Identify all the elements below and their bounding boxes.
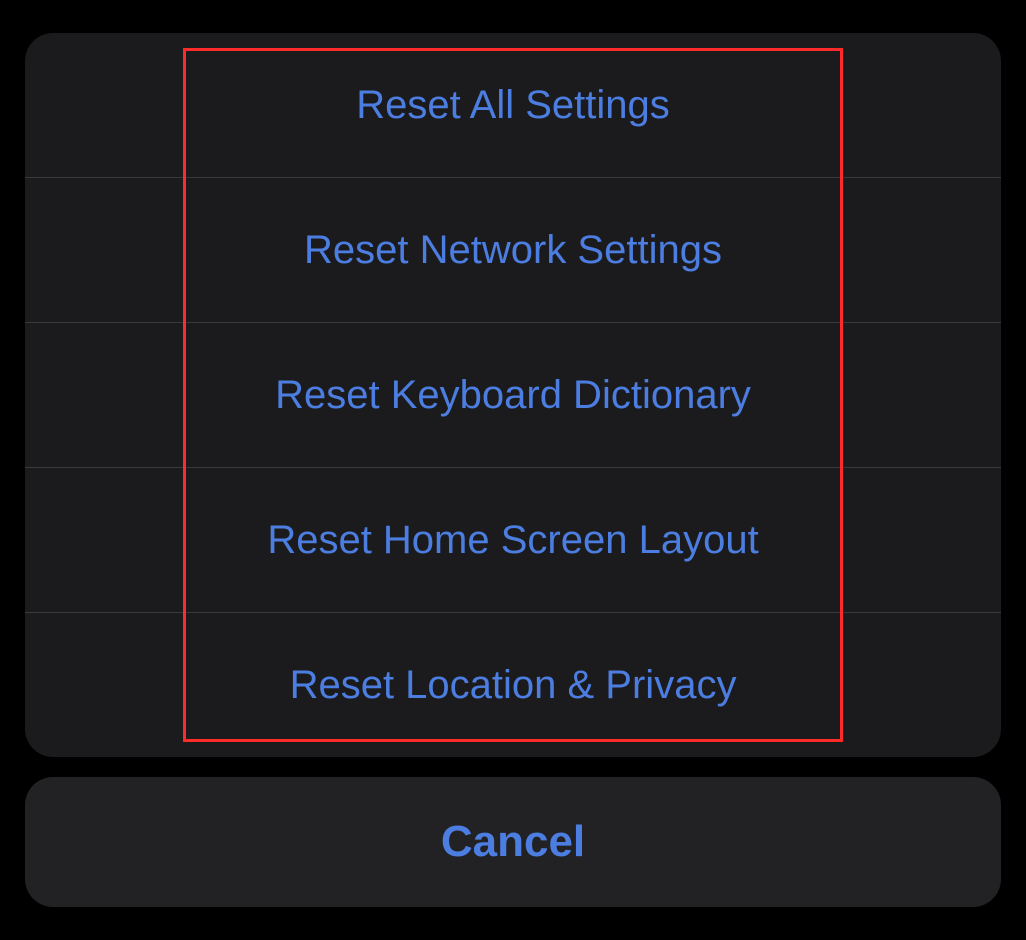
options-panel: Reset All Settings Reset Network Setting… [25, 33, 1001, 757]
option-label: Reset Home Screen Layout [267, 518, 758, 563]
reset-location-privacy-button[interactable]: Reset Location & Privacy [25, 613, 1001, 757]
cancel-label: Cancel [441, 817, 585, 867]
cancel-button[interactable]: Cancel [25, 777, 1001, 907]
reset-keyboard-dictionary-button[interactable]: Reset Keyboard Dictionary [25, 323, 1001, 467]
option-label: Reset All Settings [356, 83, 670, 128]
option-label: Reset Network Settings [304, 228, 722, 273]
cancel-panel: Cancel [25, 777, 1001, 907]
action-sheet: Reset All Settings Reset Network Setting… [25, 33, 1001, 907]
reset-all-settings-button[interactable]: Reset All Settings [25, 33, 1001, 177]
reset-network-settings-button[interactable]: Reset Network Settings [25, 178, 1001, 322]
reset-home-screen-layout-button[interactable]: Reset Home Screen Layout [25, 468, 1001, 612]
option-label: Reset Location & Privacy [290, 663, 737, 708]
option-label: Reset Keyboard Dictionary [275, 373, 751, 418]
